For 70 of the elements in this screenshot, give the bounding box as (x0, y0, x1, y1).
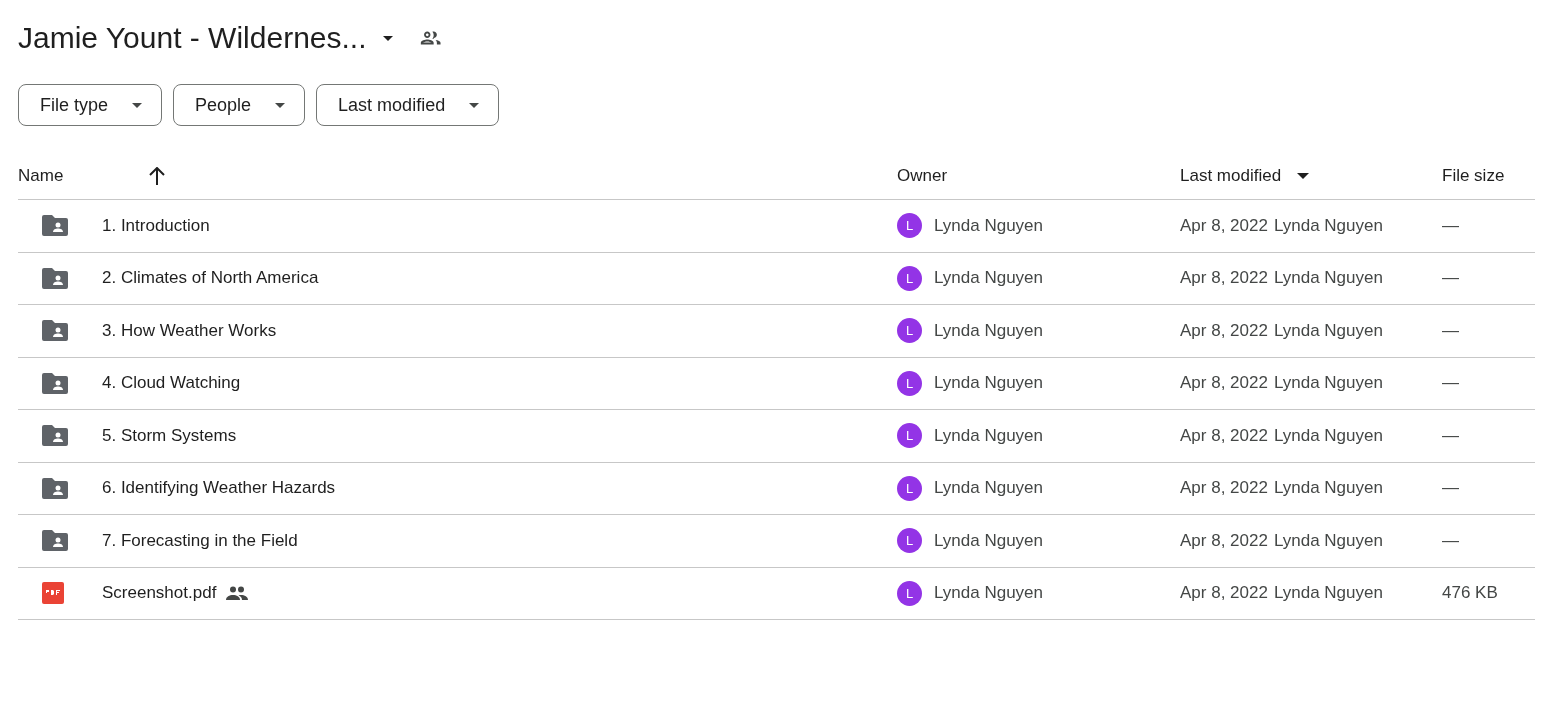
owner-name: Lynda Nguyen (934, 530, 1043, 551)
modified-by: Lynda Nguyen (1273, 373, 1383, 394)
avatar: L (897, 528, 922, 554)
avatar: L (897, 265, 922, 291)
owner-name: Lynda Nguyen (934, 583, 1043, 604)
modified-date: Apr 8, 2022 (1180, 425, 1268, 446)
modified-date: Apr 8, 2022 (1180, 268, 1268, 289)
file-size: — (1442, 373, 1459, 394)
modified-date: Apr 8, 2022 (1180, 583, 1268, 604)
modified-by: Lynda Nguyen (1273, 425, 1383, 446)
file-size: — (1442, 215, 1459, 236)
modified-date: Apr 8, 2022 (1180, 373, 1268, 394)
file-name[interactable]: 4. Cloud Watching (102, 373, 241, 394)
sort-header[interactable]: Last modified (1180, 165, 1282, 186)
modified-date: Apr 8, 2022 (1180, 215, 1268, 236)
filter-chip[interactable]: File type (18, 84, 163, 126)
avatar: L (897, 213, 922, 239)
sort-header[interactable]: Name (18, 165, 64, 186)
modified-date: Apr 8, 2022 (1180, 320, 1268, 341)
avatar: L (897, 475, 922, 501)
file-size: 476 KB (1442, 583, 1498, 604)
modified-by: Lynda Nguyen (1273, 268, 1383, 289)
owner-name: Lynda Nguyen (934, 425, 1043, 446)
caret-icon (132, 102, 143, 108)
avatar: L (897, 580, 922, 606)
column-header: Owner (897, 165, 948, 186)
file-size: — (1442, 530, 1459, 551)
shared-folder-icon (42, 477, 68, 499)
modified-by: Lynda Nguyen (1273, 530, 1383, 551)
owner-name: Lynda Nguyen (934, 268, 1043, 289)
shared-folder-icon (42, 530, 68, 552)
shared-folder-icon (42, 425, 68, 447)
modified-date: Apr 8, 2022 (1180, 478, 1268, 499)
owner-name: Lynda Nguyen (934, 215, 1043, 236)
caret-icon (275, 102, 286, 108)
file-size: — (1442, 425, 1459, 446)
caret-icon (469, 102, 480, 108)
shared-folder-icon (42, 215, 68, 237)
pdf-file-icon (42, 582, 64, 605)
avatar: L (897, 423, 922, 449)
caret-icon (382, 35, 393, 41)
owner-name: Lynda Nguyen (934, 320, 1043, 341)
file-size: — (1442, 478, 1459, 499)
file-name[interactable]: 1. Introduction (102, 215, 210, 236)
file-name[interactable]: 5. Storm Systems (102, 425, 237, 446)
owner-name: Lynda Nguyen (934, 373, 1043, 394)
file-name[interactable]: 7. Forecasting in the Field (102, 530, 298, 551)
file-size: — (1442, 320, 1459, 341)
caret-icon[interactable] (1297, 172, 1310, 179)
column-header: File size (1442, 165, 1505, 186)
file-size: — (1442, 268, 1459, 289)
shared-folder-icon (42, 267, 68, 289)
filter-chip[interactable]: Last modified (316, 84, 500, 126)
shared-folder-icon (42, 372, 68, 394)
folder-title-button[interactable]: Jamie Yount - Wildernes... (18, 21, 393, 55)
filter-chip[interactable]: People (173, 84, 306, 126)
file-name[interactable]: 6. Identifying Weather Hazards (102, 478, 336, 499)
modified-by: Lynda Nguyen (1273, 215, 1383, 236)
modified-date: Apr 8, 2022 (1180, 530, 1268, 551)
avatar: L (897, 318, 922, 344)
modified-by: Lynda Nguyen (1273, 583, 1383, 604)
arrow-up-icon[interactable] (149, 166, 166, 185)
avatar: L (897, 370, 922, 396)
modified-by: Lynda Nguyen (1273, 320, 1383, 341)
file-name[interactable]: Screenshot.pdf (102, 583, 217, 604)
file-name[interactable]: 3. How Weather Works (102, 320, 277, 341)
modified-by: Lynda Nguyen (1273, 478, 1383, 499)
owner-name: Lynda Nguyen (934, 478, 1043, 499)
shared-folder-icon (42, 320, 68, 342)
file-name[interactable]: 2. Climates of North America (102, 268, 319, 289)
